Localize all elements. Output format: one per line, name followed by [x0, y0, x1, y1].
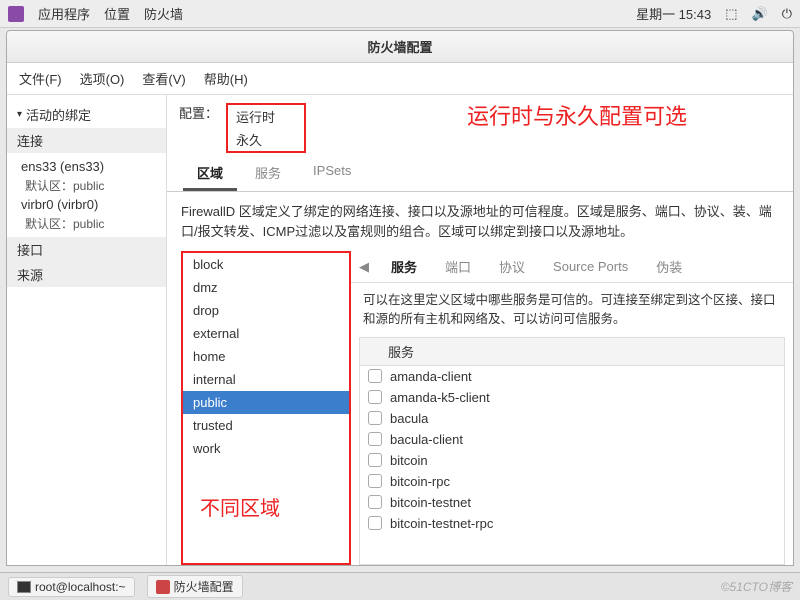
annotation-config: 运行时与永久配置可选: [467, 99, 687, 131]
power-icon[interactable]: ⏻: [782, 6, 792, 22]
subtab-masquerade[interactable]: 伪装: [642, 251, 696, 282]
interfaces-header: 接口: [7, 237, 166, 262]
menu-help[interactable]: 帮助(H): [204, 69, 248, 88]
sources-header: 来源: [7, 262, 166, 287]
zone-drop[interactable]: drop: [183, 299, 349, 322]
service-row[interactable]: amanda-k5-client: [360, 387, 784, 408]
zone-subtabs: ◀ 服务 端口 协议 Source Ports 伪装: [351, 251, 793, 283]
chevron-down-icon: ▾: [17, 109, 22, 120]
bindings-sidebar: ▾ 活动的绑定 连接 ens33 (ens33) 默认区：public virb…: [7, 95, 167, 565]
active-bindings-header[interactable]: ▾ 活动的绑定: [7, 101, 166, 128]
service-row[interactable]: bitcoin-testnet: [360, 492, 784, 513]
annotation-zones: 不同区域: [200, 492, 280, 521]
menu-file[interactable]: 文件(F): [19, 69, 62, 88]
checkbox[interactable]: [368, 495, 382, 509]
connections-header: 连接: [7, 128, 166, 153]
zone-description: FirewallD 区域定义了绑定的网络连接、接口以及源地址的可信程度。区域是服…: [167, 192, 793, 251]
checkbox[interactable]: [368, 369, 382, 383]
service-row[interactable]: bitcoin-testnet-rpc: [360, 513, 784, 534]
main-tabs: 区域 服务 IPSets: [167, 157, 793, 192]
connection-ens33[interactable]: ens33 (ens33): [7, 157, 166, 176]
topbar-apps[interactable]: 应用程序: [38, 4, 90, 23]
watermark: ©51CTO博客: [721, 578, 792, 595]
system-topbar: 应用程序 位置 防火墙 星期一 15:43 ⬚ 🔊 ⏻: [0, 0, 800, 28]
service-row[interactable]: bitcoin-rpc: [360, 471, 784, 492]
zone-dmz[interactable]: dmz: [183, 276, 349, 299]
checkbox[interactable]: [368, 411, 382, 425]
menu-view[interactable]: 查看(V): [142, 69, 185, 88]
taskbar-firewall-app[interactable]: 防火墙配置: [147, 575, 243, 598]
subtab-scroll-left[interactable]: ◀: [351, 255, 377, 279]
menu-options[interactable]: 选项(O): [80, 69, 125, 88]
config-option-permanent[interactable]: 永久: [228, 128, 304, 151]
checkbox[interactable]: [368, 390, 382, 404]
menubar: 文件(F) 选项(O) 查看(V) 帮助(H): [7, 63, 793, 95]
window-title: 防火墙配置: [7, 31, 793, 63]
services-description: 可以在这里定义区域中哪些服务是可信的。可连接至绑定到这个区接、接口和源的所有主机…: [351, 283, 793, 337]
service-row[interactable]: bacula-client: [360, 429, 784, 450]
connection-virbr0[interactable]: virbr0 (virbr0): [7, 195, 166, 214]
service-row[interactable]: bitcoin: [360, 450, 784, 471]
tab-ipsets[interactable]: IPSets: [299, 157, 365, 191]
service-row[interactable]: bacula: [360, 408, 784, 429]
connection-ens33-zone: 默认区：public: [7, 176, 166, 195]
subtab-source-ports[interactable]: Source Ports: [539, 253, 642, 280]
topbar-firewall[interactable]: 防火墙: [144, 4, 183, 23]
tab-services[interactable]: 服务: [241, 157, 295, 191]
taskbar: root@localhost:~ 防火墙配置 ©51CTO博客: [0, 572, 800, 600]
checkbox[interactable]: [368, 453, 382, 467]
topbar-places[interactable]: 位置: [104, 4, 130, 23]
config-option-runtime[interactable]: 运行时: [228, 105, 304, 128]
terminal-icon: [17, 581, 31, 593]
subtab-services[interactable]: 服务: [377, 251, 431, 282]
zone-internal[interactable]: internal: [183, 368, 349, 391]
services-table: 服务 amanda-client amanda-k5-client bacula…: [359, 337, 785, 566]
config-mode-dropdown[interactable]: 运行时 永久: [226, 103, 306, 153]
subtab-protocols[interactable]: 协议: [485, 251, 539, 282]
network-icon[interactable]: ⬚: [725, 6, 737, 22]
zone-home[interactable]: home: [183, 345, 349, 368]
volume-icon[interactable]: 🔊: [752, 6, 768, 22]
zone-public[interactable]: public: [183, 391, 349, 414]
firewall-icon: [156, 580, 170, 594]
firewall-config-window: 防火墙配置 文件(F) 选项(O) 查看(V) 帮助(H) ▾ 活动的绑定 连接…: [6, 30, 794, 566]
clock[interactable]: 星期一 15:43: [636, 4, 711, 23]
connection-virbr0-zone: 默认区：public: [7, 214, 166, 233]
zone-block[interactable]: block: [183, 253, 349, 276]
taskbar-terminal[interactable]: root@localhost:~: [8, 577, 135, 597]
services-column-header: 服务: [360, 338, 784, 366]
subtab-ports[interactable]: 端口: [431, 251, 485, 282]
zone-trusted[interactable]: trusted: [183, 414, 349, 437]
checkbox[interactable]: [368, 432, 382, 446]
zone-work[interactable]: work: [183, 437, 349, 460]
activities-icon[interactable]: [8, 6, 24, 22]
zone-external[interactable]: external: [183, 322, 349, 345]
checkbox[interactable]: [368, 516, 382, 530]
service-row[interactable]: amanda-client: [360, 366, 784, 387]
tab-zones[interactable]: 区域: [183, 157, 237, 191]
checkbox[interactable]: [368, 474, 382, 488]
config-label: 配置：: [179, 103, 218, 122]
